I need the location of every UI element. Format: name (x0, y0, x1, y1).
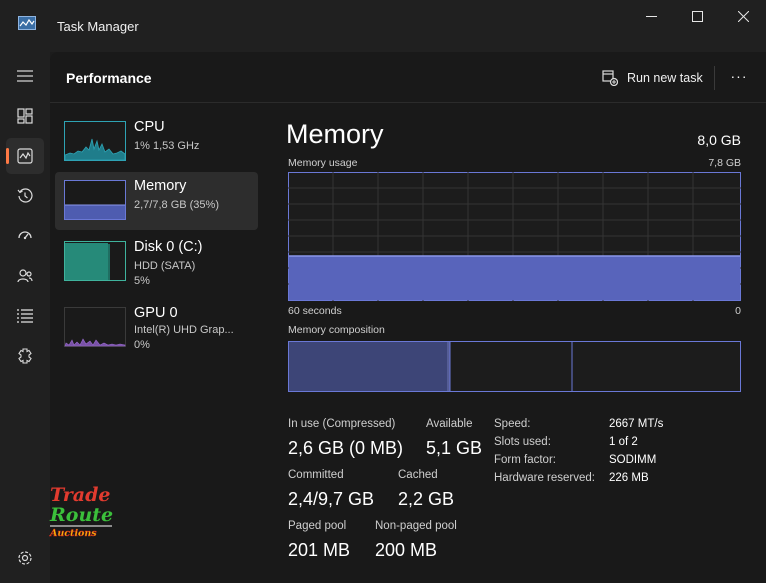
task-manager-app-icon (18, 16, 36, 30)
memory-total: 8,0 GB (697, 132, 741, 148)
svg-text:Auctions: Auctions (49, 528, 97, 539)
device-cpu[interactable]: CPU 1% 1,53 GHz (55, 113, 258, 171)
nav-users[interactable] (6, 258, 44, 294)
details-icon (17, 309, 33, 323)
cached-label: Cached (398, 469, 438, 481)
minimize-button[interactable] (628, 0, 674, 32)
menu-icon (17, 70, 33, 82)
composition-in-use[interactable] (289, 342, 447, 391)
navigation-rail (0, 52, 50, 583)
cpu-thumbnail-graph (64, 121, 126, 161)
more-options-button[interactable]: ··· (726, 66, 752, 90)
paged-pool-value: 201 MB (288, 540, 351, 560)
device-detail: 2,7/7,8 GB (35%) (134, 199, 219, 211)
nav-startup-apps[interactable] (6, 218, 44, 254)
settings-icon (18, 551, 32, 565)
gpu-thumbnail-graph (64, 307, 126, 347)
paged-pool-label: Paged pool (288, 520, 347, 532)
minimize-icon (645, 15, 657, 17)
speed-label: Speed: (494, 418, 531, 430)
non-paged-pool-value: 200 MB (375, 540, 438, 560)
users-icon (17, 269, 33, 283)
memory-composition-bar (288, 341, 741, 392)
page-header: Performance Run new task ··· (50, 52, 766, 103)
memory-usage-label: Memory usage (288, 157, 358, 169)
device-name: Disk 0 (C:) (134, 239, 203, 255)
nav-app-history[interactable] (6, 178, 44, 214)
memory-thumbnail-graph (64, 180, 126, 220)
run-new-task-label: Run new task (627, 71, 703, 85)
device-disk[interactable]: Disk 0 (C:) HDD (SATA) 5% (55, 233, 258, 291)
non-paged-pool-label: Non-paged pool (375, 520, 457, 532)
close-button[interactable] (720, 0, 766, 32)
processes-icon (17, 108, 33, 124)
slots-used-label: Slots used: (494, 436, 551, 448)
memory-usage-max: 7,8 GB (708, 157, 741, 169)
form-factor-label: Form factor: (494, 454, 556, 466)
window-title: Task Manager (57, 19, 139, 34)
nav-performance[interactable] (6, 138, 44, 174)
in-use-label: In use (Compressed) (288, 418, 396, 430)
close-icon (737, 10, 749, 22)
form-factor-value: SODIMM (609, 454, 657, 466)
svg-text:Route: Route (49, 504, 113, 526)
performance-icon (17, 148, 33, 164)
hamburger-menu-button[interactable] (6, 58, 44, 94)
run-new-task-button[interactable]: Run new task (602, 66, 703, 90)
main-content: Performance Run new task ··· CPU 1% 1,53… (50, 52, 766, 583)
header-divider (714, 66, 715, 90)
device-gpu[interactable]: GPU 0 Intel(R) UHD Grap... 0% (55, 299, 258, 357)
hardware-reserved-label: Hardware reserved: (494, 472, 595, 484)
hardware-reserved-value: 226 MB (609, 472, 649, 484)
graph-axis-right: 0 (735, 305, 741, 317)
device-usage: 0% (134, 339, 150, 351)
detail-title: Memory (286, 119, 384, 149)
device-name: Memory (134, 178, 187, 194)
nav-services[interactable] (6, 338, 44, 374)
app-history-icon (17, 188, 33, 203)
nav-processes[interactable] (6, 98, 44, 134)
device-detail: Intel(R) UHD Grap... (134, 324, 234, 336)
device-name: GPU 0 (134, 305, 178, 321)
page-title: Performance (66, 70, 152, 86)
device-detail: HDD (SATA) (134, 260, 196, 272)
memory-usage-graph (288, 172, 741, 301)
device-usage: 5% (134, 275, 150, 287)
services-icon (18, 348, 32, 364)
speed-value: 2667 MT/s (609, 418, 664, 430)
available-value: 5,1 GB (426, 438, 483, 458)
device-name: CPU (134, 119, 165, 135)
disk-thumbnail-graph (64, 241, 126, 281)
committed-label: Committed (288, 469, 344, 481)
device-detail: 1% 1,53 GHz (134, 140, 200, 152)
committed-value: 2,4/9,7 GB (288, 489, 375, 509)
trade-route-auctions-watermark: Trade Route Auctions (49, 484, 113, 539)
nav-details[interactable] (6, 298, 44, 334)
graph-axis-left: 60 seconds (288, 305, 342, 317)
memory-composition-label: Memory composition (288, 324, 385, 336)
in-use-value: 2,6 GB (0 MB) (288, 438, 404, 458)
run-task-icon (602, 70, 618, 86)
device-memory[interactable]: Memory 2,7/7,8 GB (35%) (55, 172, 258, 230)
startup-icon (18, 231, 32, 240)
more-options-icon: ··· (730, 68, 748, 84)
maximize-icon (691, 10, 703, 22)
slots-used-value: 1 of 2 (609, 436, 638, 448)
cached-value: 2,2 GB (398, 489, 455, 509)
memory-usage-area (289, 256, 740, 300)
svg-text:Trade: Trade (50, 484, 110, 506)
title-bar: Task Manager (0, 0, 766, 52)
nav-settings[interactable] (6, 540, 44, 576)
available-label: Available (426, 418, 473, 430)
maximize-button[interactable] (674, 0, 720, 32)
